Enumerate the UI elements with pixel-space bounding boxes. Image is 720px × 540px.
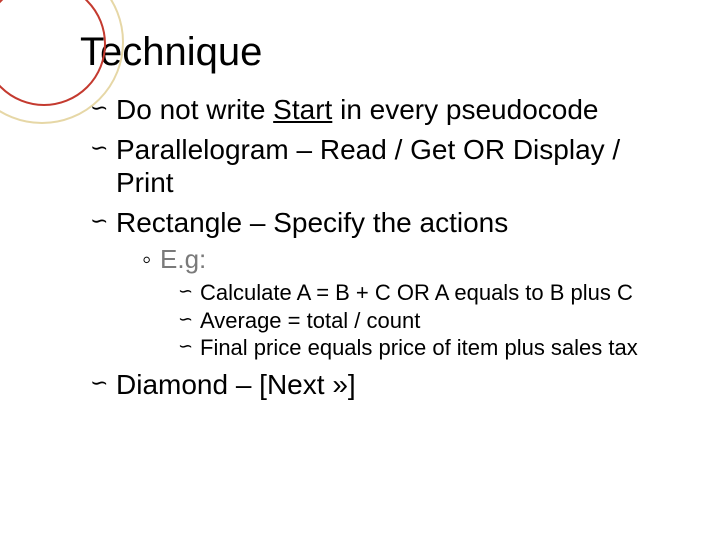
subsub-list: ∽ Calculate A = B + C OR A equals to B p… [160,279,680,362]
sub-list: E.g: ∽ Calculate A = B + C OR A equals t… [116,243,680,361]
subsub-text: Final price equals price of item plus sa… [200,335,638,360]
slide-title: Technique [80,20,680,75]
sub-item: E.g: ∽ Calculate A = B + C OR A equals t… [142,243,680,361]
infinity-bullet-icon: ∽ [178,308,190,331]
slide: Technique ∽ Do not write Start in every … [0,0,720,540]
bullet-list: ∽ Do not write Start in every pseudocode… [80,93,680,401]
bullet-text: Parallelogram – Read / Get OR Display / … [116,134,620,199]
infinity-bullet-icon: ∽ [90,370,104,396]
subsub-item: ∽ Calculate A = B + C OR A equals to B p… [178,279,680,307]
infinity-bullet-icon: ∽ [178,280,190,303]
bullet-text-pre: Do not write [116,94,273,125]
bullet-item: ∽ Parallelogram – Read / Get OR Display … [90,133,680,200]
infinity-bullet-icon: ∽ [90,135,104,161]
bullet-item: ∽ Diamond – [Next »] [90,368,680,402]
subsub-item: ∽ Average = total / count [178,307,680,335]
subsub-text: Calculate A = B + C OR A equals to B plu… [200,280,633,305]
bullet-item: ∽ Do not write Start in every pseudocode [90,93,680,127]
bullet-text-underlined: Start [273,94,332,125]
subsub-text: Average = total / count [200,308,420,333]
bullet-item: ∽ Rectangle – Specify the actions E.g: ∽… [90,206,680,362]
infinity-bullet-icon: ∽ [178,335,190,358]
bullet-text: Rectangle – Specify the actions [116,207,508,238]
infinity-bullet-icon: ∽ [90,95,104,121]
sub-label: E.g: [160,244,206,274]
bullet-text: Diamond – [Next »] [116,369,356,400]
infinity-bullet-icon: ∽ [90,208,104,234]
subsub-item: ∽ Final price equals price of item plus … [178,334,680,362]
bullet-text-post: in every pseudocode [332,94,598,125]
